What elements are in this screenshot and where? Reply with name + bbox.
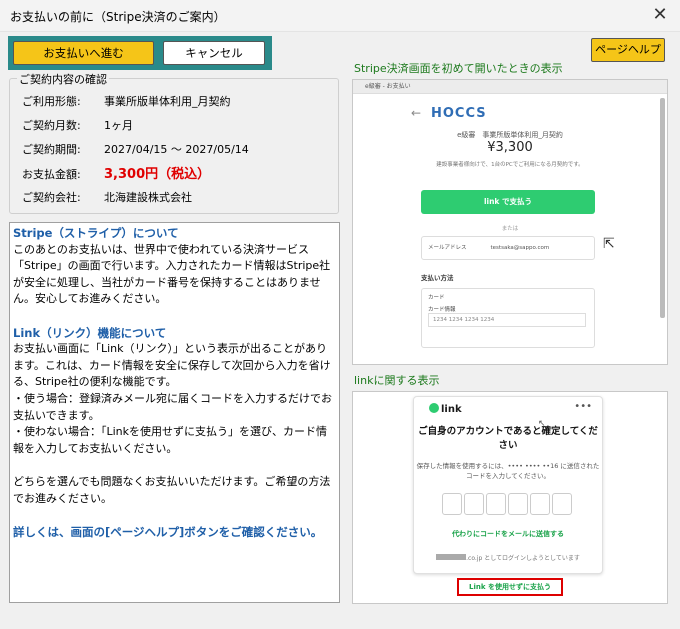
contract-plan-label: ご利用形態:	[22, 95, 81, 108]
contract-row-period: ご契約期間: 2027/04/15 ～ 2027/05/14	[22, 141, 249, 157]
link-verify-card: link ••• ↖ ご自身のアカウントであると確定してください 保存した情報を…	[413, 396, 603, 574]
login-as-text: .co.jp としてログインしようとしています	[414, 553, 602, 562]
contract-row-amount: お支払金額: 3,300円（税込）	[22, 163, 210, 182]
card-section-preview: カード カード情報 1234 1234 1234 1234	[421, 288, 595, 348]
contract-period-label: ご契約期間:	[22, 143, 81, 156]
card-info-label: カード情報	[428, 307, 456, 313]
contract-company-label: ご契約会社:	[22, 191, 81, 204]
link-verify-title: ご自身のアカウントであると確定してください	[418, 426, 598, 451]
card-number-preview: 1234 1234 1234 1234	[428, 313, 586, 327]
link-use-bullet: ・使う場合：登録済みメール宛に届くコードを入力するだけでお支払いできます。	[13, 391, 332, 422]
merchant-logo: HOCCS	[431, 106, 487, 121]
contract-amount-value: 3,300円（税込）	[104, 167, 211, 182]
action-button-group: お支払いへ進む キャンセル	[8, 36, 272, 70]
email-label-preview: メールアドレス	[428, 245, 467, 251]
contract-row-company: ご契約会社: 北海建設株式会社	[22, 189, 192, 205]
cancel-button[interactable]: キャンセル	[163, 41, 265, 65]
title-bar: お支払いの前に（Stripe決済のご案内） ✕	[0, 0, 680, 32]
stripe-preview-label: Stripe決済画面を初めて開いたときの表示	[354, 62, 563, 75]
stripe-preview-image: e級審 - お支払い ← HOCCS e級審 事業所版単体利用_月契約 ¥3,3…	[352, 79, 668, 365]
payment-method-heading: 支払い方法	[421, 274, 454, 282]
window-title: お支払いの前に（Stripe決済のご案内）	[10, 10, 226, 24]
preview-browser-tab: e級審 - お支払い	[353, 80, 667, 94]
contract-row-plan: ご利用形態: 事業所版単体利用_月契約	[22, 93, 231, 109]
close-icon[interactable]: ✕	[650, 5, 670, 25]
choice-paragraph: どちらを選んでも問題なくお支払いいただけます。ご希望の方法でお進みください。	[13, 474, 331, 505]
info-text-panel[interactable]: Stripe（ストライプ）について このあとのお支払いは、世界中で使われている決…	[9, 222, 340, 603]
email-field-preview: メールアドレス testsaka@sappo.com	[421, 236, 595, 260]
cursor-icon: ⇱	[603, 236, 615, 252]
link-logo: link	[429, 403, 462, 415]
code-input-boxes	[442, 493, 574, 518]
product-price: ¥3,300	[487, 140, 533, 155]
resend-code-link: 代わりにコードをメールに送信する	[452, 530, 564, 538]
contract-period-value: 2027/04/15 ～ 2027/05/14	[104, 143, 249, 156]
contract-summary-legend: ご契約内容の確認	[17, 71, 109, 87]
email-value-preview: testsaka@sappo.com	[490, 245, 550, 251]
contract-months-value: 1ヶ月	[104, 119, 133, 132]
product-note: 建設事業者様向けで、1台のPCでご利用になる月契約です。	[436, 162, 584, 168]
contract-company-value: 北海建設株式会社	[104, 191, 192, 204]
link-paragraph: お支払い画面に「Link（リンク）」という表示が出ることがあります。これは、カー…	[13, 342, 331, 389]
card-label: カード	[428, 295, 445, 301]
link-pay-button-preview: link で支払う	[421, 190, 595, 214]
link-preview-image: link ••• ↖ ご自身のアカウントであると確定してください 保存した情報を…	[352, 391, 668, 604]
link-heading: Link（リンク）機能について	[13, 325, 167, 340]
help-note: 詳しくは、画面の[ページヘルプ]ボタンをご確認ください。	[13, 524, 323, 539]
stripe-heading: Stripe（ストライプ）について	[13, 226, 179, 240]
stripe-paragraph: このあとのお支払いは、世界中で使われている決済サービス「Stripe」の画面で行…	[13, 242, 331, 306]
product-name: e級審 事業所版単体利用_月契約	[457, 131, 563, 139]
more-menu-icon: •••	[574, 401, 592, 412]
proceed-to-payment-button[interactable]: お支払いへ進む	[13, 41, 154, 65]
link-logo-icon	[429, 403, 439, 413]
link-preview-label: linkに関する表示	[354, 374, 440, 387]
pay-without-link-button-preview: Link を使用せずに支払う	[457, 578, 563, 596]
contract-amount-label: お支払金額:	[22, 168, 81, 181]
contract-months-label: ご契約月数:	[22, 119, 81, 132]
contract-plan-value: 事業所版単体利用_月契約	[104, 95, 231, 108]
contract-summary-group: ご契約内容の確認 ご利用形態: 事業所版単体利用_月契約 ご契約月数: 1ヶ月 ご契…	[9, 71, 339, 214]
contract-row-months: ご契約月数: 1ヶ月	[22, 117, 133, 133]
link-nouse-bullet: ・使わない場合：「Linkを使用せずに支払う」を選び、カード情報を入力してお支払…	[13, 425, 328, 455]
back-arrow-icon: ←	[411, 106, 422, 120]
page-help-button[interactable]: ページヘルプ	[591, 38, 665, 62]
link-verify-desc: 保存した情報を使用するには、•••• •••• ••16 に送信されたコードを入…	[416, 462, 600, 480]
or-divider: または	[501, 226, 519, 232]
